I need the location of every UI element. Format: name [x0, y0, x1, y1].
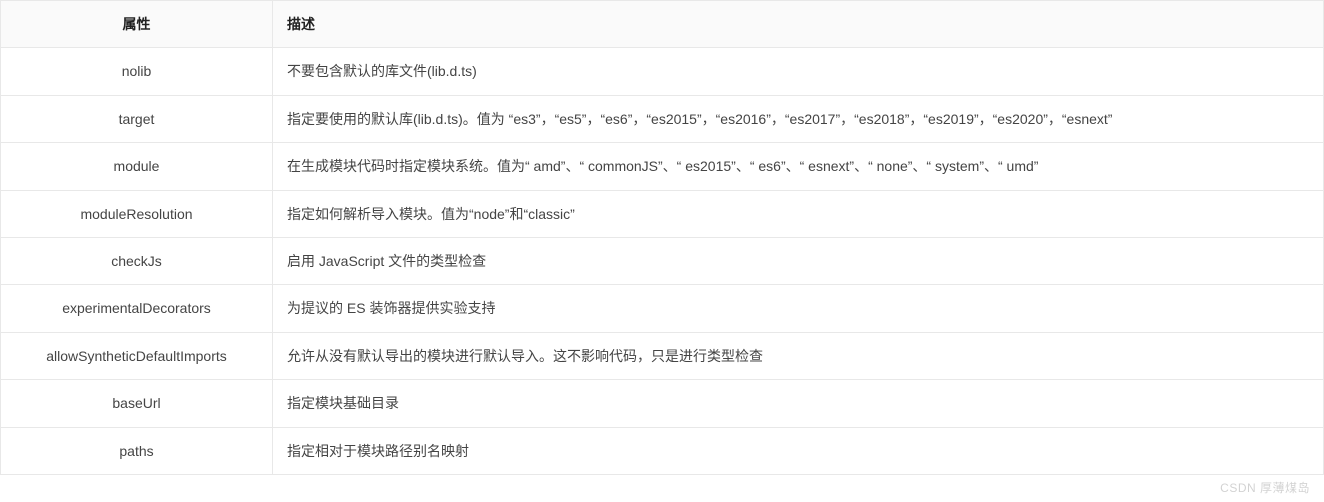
header-attr: 属性	[1, 1, 273, 48]
cell-desc: 允许从没有默认导出的模块进行默认导入。这不影响代码，只是进行类型检查	[273, 332, 1324, 379]
table-row: checkJs 启用 JavaScript 文件的类型检查	[1, 237, 1324, 284]
table-row: experimentalDecorators 为提议的 ES 装饰器提供实验支持	[1, 285, 1324, 332]
cell-desc: 启用 JavaScript 文件的类型检查	[273, 237, 1324, 284]
cell-attr: target	[1, 95, 273, 142]
cell-desc: 不要包含默认的库文件(lib.d.ts)	[273, 48, 1324, 95]
cell-attr: module	[1, 143, 273, 190]
cell-desc: 指定模块基础目录	[273, 380, 1324, 427]
cell-desc: 在生成模块代码时指定模块系统。值为“ amd”、“ commonJS”、“ es…	[273, 143, 1324, 190]
cell-desc: 为提议的 ES 装饰器提供实验支持	[273, 285, 1324, 332]
table-row: allowSyntheticDefaultImports 允许从没有默认导出的模…	[1, 332, 1324, 379]
table-row: paths 指定相对于模块路径别名映射	[1, 427, 1324, 474]
cell-attr: experimentalDecorators	[1, 285, 273, 332]
options-table: 属性 描述 nolib 不要包含默认的库文件(lib.d.ts) target …	[0, 0, 1324, 475]
table-row: moduleResolution 指定如何解析导入模块。值为“node”和“cl…	[1, 190, 1324, 237]
table-header-row: 属性 描述	[1, 1, 1324, 48]
table-row: target 指定要使用的默认库(lib.d.ts)。值为 “es3”，“es5…	[1, 95, 1324, 142]
cell-attr: allowSyntheticDefaultImports	[1, 332, 273, 379]
cell-attr: moduleResolution	[1, 190, 273, 237]
cell-attr: baseUrl	[1, 380, 273, 427]
cell-desc: 指定要使用的默认库(lib.d.ts)。值为 “es3”，“es5”，“es6”…	[273, 95, 1324, 142]
cell-desc: 指定如何解析导入模块。值为“node”和“classic”	[273, 190, 1324, 237]
header-desc: 描述	[273, 1, 1324, 48]
cell-desc: 指定相对于模块路径别名映射	[273, 427, 1324, 474]
watermark-text: CSDN 厚薄煤岛	[1220, 479, 1310, 496]
table-row: baseUrl 指定模块基础目录	[1, 380, 1324, 427]
table-row: nolib 不要包含默认的库文件(lib.d.ts)	[1, 48, 1324, 95]
table-row: module 在生成模块代码时指定模块系统。值为“ amd”、“ commonJ…	[1, 143, 1324, 190]
cell-attr: paths	[1, 427, 273, 474]
cell-attr: nolib	[1, 48, 273, 95]
cell-attr: checkJs	[1, 237, 273, 284]
